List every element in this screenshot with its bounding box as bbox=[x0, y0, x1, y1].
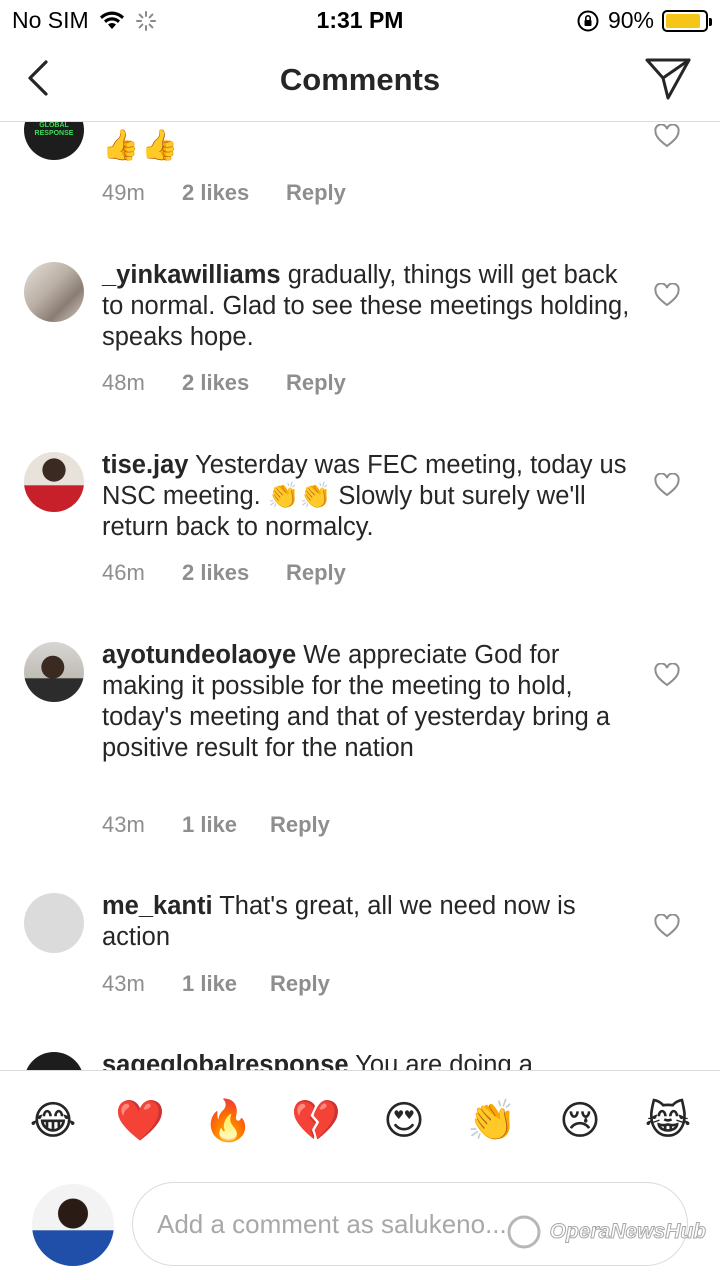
reply-button[interactable]: Reply bbox=[286, 370, 346, 396]
watermark: OperaNewsHub bbox=[504, 1212, 707, 1252]
avatar[interactable]: GLOBAL RESPONSE bbox=[24, 122, 84, 160]
emoji-crying[interactable]: 😢 bbox=[555, 1097, 605, 1145]
likes-count[interactable]: 1 like bbox=[182, 812, 270, 838]
reply-button[interactable]: Reply bbox=[270, 812, 330, 838]
heart-icon[interactable] bbox=[654, 124, 680, 148]
comment-text: _yinkawilliams gradually, things will ge… bbox=[102, 260, 632, 353]
comment-time: 46m bbox=[102, 560, 145, 585]
comment-username[interactable]: me_kanti bbox=[102, 892, 213, 920]
avatar[interactable] bbox=[24, 262, 84, 322]
status-bar: No SIM 1:31 PM 90% bbox=[0, 0, 720, 40]
battery-fill bbox=[666, 13, 701, 28]
heart-icon[interactable] bbox=[654, 914, 680, 938]
comment-time: 43m bbox=[102, 812, 145, 837]
orientation-lock-icon bbox=[577, 10, 599, 31]
likes-count[interactable]: 2 likes bbox=[182, 180, 286, 206]
share-button[interactable] bbox=[644, 56, 692, 102]
heart-icon[interactable] bbox=[654, 283, 680, 307]
emoji-broken-heart[interactable]: 💔 bbox=[291, 1097, 341, 1145]
comment-text: tise.jay Yesterday was FEC meeting, toda… bbox=[102, 450, 632, 543]
reply-button[interactable]: Reply bbox=[286, 560, 346, 586]
watermark-text: OperaNewsHub bbox=[549, 1220, 706, 1244]
comment-time: 49m bbox=[102, 180, 145, 205]
comment-text: 👍👍 bbox=[102, 129, 181, 162]
comment-meta: 49m 2 likes Reply bbox=[102, 180, 346, 206]
comment-username[interactable]: _yinkawilliams bbox=[102, 261, 281, 289]
current-user-avatar bbox=[32, 1184, 114, 1266]
paper-plane-icon bbox=[645, 58, 691, 100]
reply-button[interactable]: Reply bbox=[286, 180, 346, 206]
avatar[interactable] bbox=[24, 893, 84, 953]
likes-count[interactable]: 2 likes bbox=[182, 560, 286, 586]
reply-button[interactable]: Reply bbox=[270, 971, 330, 997]
avatar[interactable] bbox=[24, 452, 84, 512]
likes-count[interactable]: 1 like bbox=[182, 971, 270, 997]
comment-meta: 43m 1 like Reply bbox=[102, 971, 330, 997]
comment-meta: 46m 2 likes Reply bbox=[102, 560, 346, 586]
battery-icon bbox=[662, 9, 712, 32]
comment-username[interactable]: tise.jay bbox=[102, 451, 188, 479]
page-title: Comments bbox=[279, 62, 441, 97]
comment-text: ayotundeolaoye We appreciate God for mak… bbox=[102, 640, 632, 764]
avatar[interactable] bbox=[24, 642, 84, 702]
comment-list[interactable]: GLOBAL RESPONSE 👍👍 49m 2 likes Reply _yi… bbox=[0, 122, 720, 1070]
avatar[interactable] bbox=[24, 1052, 84, 1070]
avatar-logo-text: GLOBAL RESPONSE bbox=[34, 122, 74, 137]
comments-header: Comments bbox=[0, 40, 720, 122]
emoji-heart-eyes[interactable]: 😍 bbox=[379, 1097, 429, 1145]
comment-meta: 43m 1 like Reply bbox=[102, 812, 330, 838]
quick-emoji-bar: 😂 ❤️ 🔥 💔 😍 👏 😢 😹 bbox=[0, 1070, 720, 1174]
comment-body: You are doing a bbox=[355, 1051, 533, 1070]
comment-text: me_kanti That's great, all we need now i… bbox=[102, 891, 632, 953]
heart-icon[interactable] bbox=[654, 473, 680, 497]
likes-count[interactable]: 2 likes bbox=[182, 370, 286, 396]
emoji-tears-of-joy[interactable]: 😂 bbox=[28, 1097, 78, 1145]
emoji-clapping[interactable]: 👏 bbox=[467, 1097, 517, 1145]
emoji-cat-tears-of-joy[interactable]: 😹 bbox=[643, 1097, 693, 1145]
opera-news-logo-icon bbox=[507, 1215, 541, 1249]
comment-time: 43m bbox=[102, 971, 145, 996]
comment-username[interactable]: ayotundeolaoye bbox=[102, 641, 296, 669]
battery-percent: 90% bbox=[607, 7, 654, 33]
emoji-fire[interactable]: 🔥 bbox=[203, 1097, 253, 1145]
comment-time: 48m bbox=[102, 370, 145, 395]
status-right: 90% bbox=[576, 7, 712, 34]
emoji-red-heart[interactable]: ❤️ bbox=[115, 1097, 165, 1145]
comment-meta: 48m 2 likes Reply bbox=[102, 370, 346, 396]
heart-icon[interactable] bbox=[654, 663, 680, 687]
comment-username[interactable]: sageglobalresponse bbox=[102, 1051, 349, 1070]
comment-text: sageglobalresponse You are doing a bbox=[102, 1050, 632, 1070]
